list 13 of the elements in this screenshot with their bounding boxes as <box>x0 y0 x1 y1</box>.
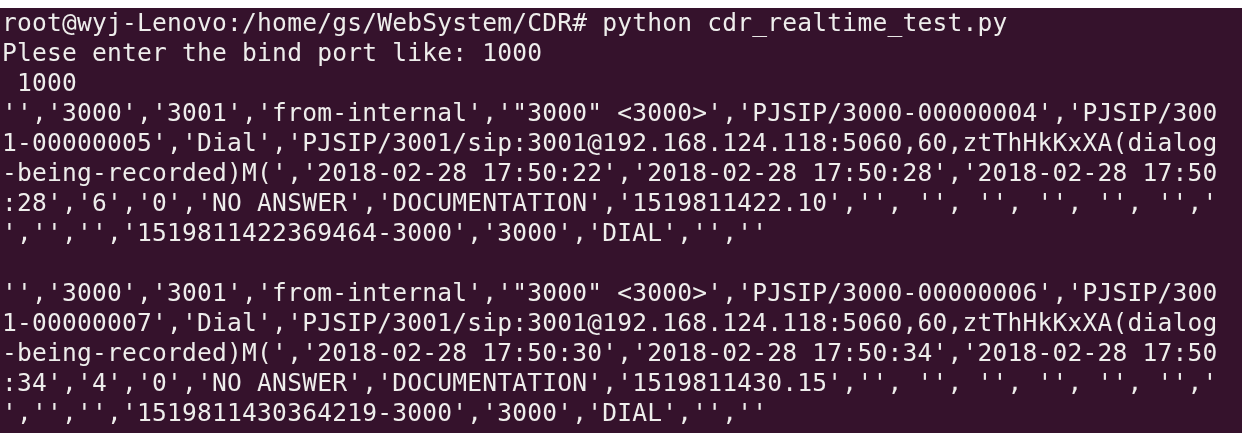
terminal-line: :34','4','0','NO ANSWER','DOCUMENTATION','1519811430.15','', '', '', '', '', '',' <box>2 368 1218 398</box>
terminal-line: '','3000','3001','from-internal','"3000" <3000>','PJSIP/3000-00000004','PJSIP/300 <box>2 98 1218 128</box>
terminal-line: :28','6','0','NO ANSWER','DOCUMENTATION','1519811422.10','', '', '', '', '', '',' <box>2 188 1218 218</box>
terminal-line: '','3000','3001','from-internal','"3000" <3000>','PJSIP/3000-00000006','PJSIP/300 <box>2 278 1218 308</box>
terminal-line: root@wyj-Lenovo:/home/gs/WebSystem/CDR# python cdr_realtime_test.py <box>2 8 1008 38</box>
terminal-line: Plese enter the bind port like: 1000 <box>2 38 543 68</box>
terminal-line: 1-00000007','Dial','PJSIP/3001/sip:3001@192.168.124.118:5060,60,ztThHkKxXA(dialog <box>2 308 1218 338</box>
terminal-line: ','','','1519811422369464-3000','3000','DIAL','','' <box>2 218 768 248</box>
terminal-line: -being-recorded)M(','2018-02-28 17:50:22','2018-02-28 17:50:28','2018-02-28 17:50 <box>2 158 1218 188</box>
terminal-line: 1-00000005','Dial','PJSIP/3001/sip:3001@192.168.124.118:5060,60,ztThHkKxXA(dialog <box>2 128 1218 158</box>
terminal-line: ','','','1519811430364219-3000','3000','DIAL','','' <box>2 398 768 428</box>
terminal-line: 1000 <box>16 68 78 98</box>
terminal-line: -being-recorded)M(','2018-02-28 17:50:30','2018-02-28 17:50:34','2018-02-28 17:50 <box>2 338 1218 368</box>
